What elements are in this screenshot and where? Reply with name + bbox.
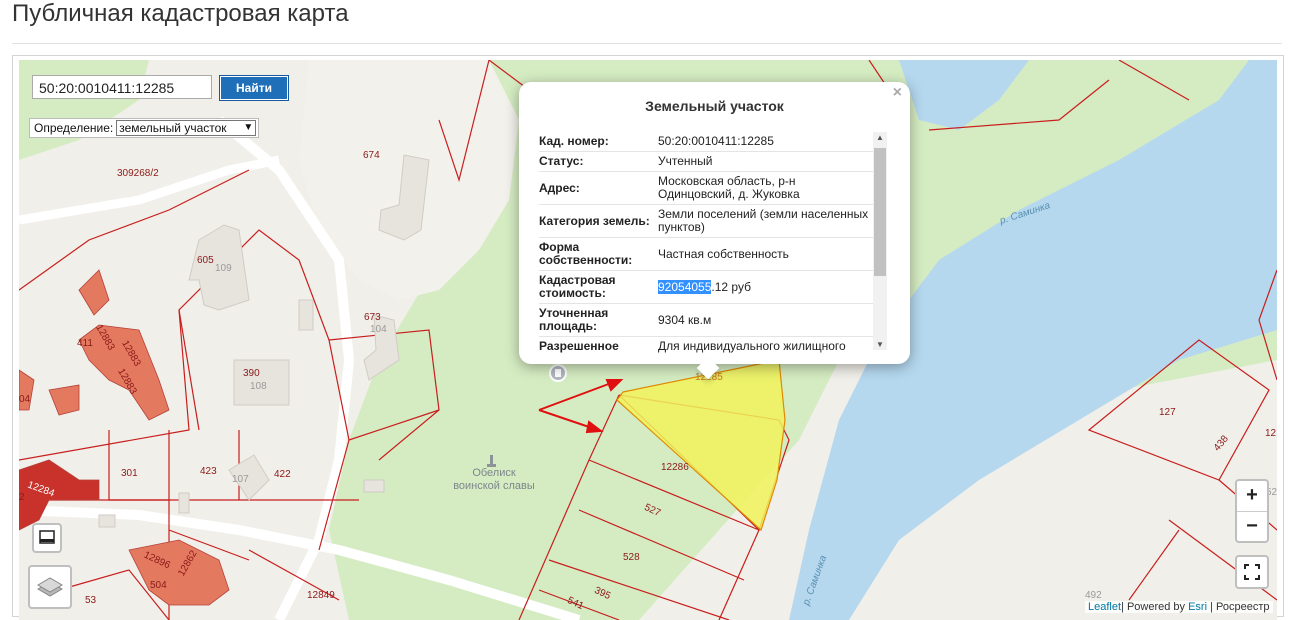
print-button[interactable] bbox=[32, 523, 62, 553]
leaflet-link[interactable]: Leaflet bbox=[1088, 601, 1121, 613]
info-key: Кад. номер: bbox=[539, 134, 609, 148]
attribution-text: | Powered by bbox=[1121, 601, 1189, 613]
zoom-out-button[interactable]: − bbox=[1237, 512, 1267, 542]
title-divider bbox=[12, 43, 1282, 44]
building-label-107: 107 bbox=[232, 474, 249, 485]
scroll-up-icon[interactable]: ▲ bbox=[873, 133, 887, 142]
info-value: Московская область, р-н Одинцовский, д. … bbox=[658, 174, 800, 201]
parcel-info-table: Кад. номер: 50:20:0010411:12285 Статус: Уч… bbox=[539, 132, 874, 356]
info-row: Категория земель: Земли поселений (земли … bbox=[539, 205, 874, 238]
info-key: Форма собственности: bbox=[539, 240, 633, 267]
parcel-label-605: 605 bbox=[197, 255, 214, 266]
info-row: Уточненная площадь: 9304 кв.м bbox=[539, 304, 874, 337]
info-key: Адрес: bbox=[539, 180, 580, 195]
info-key: Уточненная площадь: bbox=[539, 306, 609, 333]
parcel-label-673: 673 bbox=[364, 312, 381, 323]
definition-panel: Определение: земельный участок ▼ bbox=[29, 118, 260, 138]
info-value: 50:20:0010411:12285 bbox=[658, 134, 774, 148]
parcel-label-301: 301 bbox=[121, 468, 138, 479]
attribution-tail: | Росреестр bbox=[1207, 601, 1270, 613]
parcel-label-127: 127 bbox=[1159, 407, 1176, 418]
fullscreen-button[interactable] bbox=[1235, 555, 1269, 589]
parcel-info-popup: × Земельный участок Кад. номер: 50:20:001… bbox=[519, 82, 910, 380]
esri-link[interactable]: Esri bbox=[1188, 601, 1207, 613]
zoom-control: + − bbox=[1235, 479, 1269, 543]
info-row: Статус: Учтенный bbox=[539, 152, 874, 172]
info-row: Адрес: Московская область, р-н Одинцовски… bbox=[539, 172, 874, 205]
parcel-label-674: 674 bbox=[363, 150, 380, 161]
parcel-label-422: 422 bbox=[274, 469, 291, 480]
popup-title: Земельный участок bbox=[645, 98, 784, 114]
info-value: Для индивидуального жилищного bbox=[658, 339, 846, 353]
info-value: Земли поселений (земли населенных пункто… bbox=[658, 207, 869, 234]
parcel-label-12849: 12849 bbox=[307, 590, 335, 601]
parcel-label-390: 390 bbox=[243, 368, 260, 379]
building-label-104: 104 bbox=[370, 324, 387, 335]
print-icon bbox=[39, 530, 55, 544]
map-attribution: Leaflet| Powered by Esri | Росреестр bbox=[1085, 601, 1273, 613]
parcel-label-2-left: 2 bbox=[19, 492, 25, 503]
cadastral-map[interactable]: 674 309268/2 605 109 673 104 411 12883 1… bbox=[19, 60, 1277, 620]
info-row: Кад. номер: 50:20:0010411:12285 bbox=[539, 132, 874, 152]
parcel-label-309268: 309268/2 bbox=[117, 168, 159, 179]
page-title: Публичная кадастровая карта bbox=[12, 0, 349, 27]
layers-icon bbox=[37, 577, 63, 597]
highlighted-value[interactable]: 92054055 bbox=[658, 279, 712, 294]
value-rest: .12 руб bbox=[711, 279, 751, 294]
definition-label: Определение: bbox=[34, 121, 114, 135]
definition-select[interactable]: земельный участок ▼ bbox=[116, 120, 257, 136]
info-value: Частная собственность bbox=[658, 246, 789, 261]
parcel-label-53: 53 bbox=[85, 595, 97, 606]
info-value[interactable]: 92054055.12 руб bbox=[658, 278, 874, 297]
parcel-label-12286: 12286 bbox=[661, 462, 689, 473]
building-label-108: 108 bbox=[250, 381, 267, 392]
info-value: Учтенный bbox=[658, 154, 713, 168]
scroll-down-icon[interactable]: ▼ bbox=[873, 340, 887, 349]
parcel-label-504: 504 bbox=[150, 580, 167, 591]
parcel-label-12-edge: 12 bbox=[1265, 428, 1277, 439]
parcel-label-411: 411 bbox=[77, 338, 93, 349]
parcel-label-528: 528 bbox=[623, 552, 640, 563]
building-label-109: 109 bbox=[215, 263, 232, 274]
cadastral-search-input[interactable]: 50:20:0010411:12285 bbox=[32, 75, 212, 99]
chevron-down-icon: ▼ bbox=[243, 122, 254, 133]
info-key: Кадастровая стоимость: bbox=[539, 273, 616, 300]
parcel-label-492: 492 bbox=[1085, 590, 1102, 601]
info-row: Разрешенное Для индивидуального жилищного bbox=[539, 337, 874, 356]
map-frame: 674 309268/2 605 109 673 104 411 12883 1… bbox=[12, 55, 1284, 620]
parcel-label-04-left: 04 bbox=[19, 394, 31, 405]
monument-label: Обелиск воинской славы bbox=[453, 467, 535, 492]
popup-scrollbar[interactable]: ▲ ▼ bbox=[873, 132, 887, 350]
layers-button[interactable] bbox=[28, 565, 72, 609]
info-row: Кадастровая стоимость: 92054055.12 руб bbox=[539, 271, 874, 304]
info-key: Разрешенное bbox=[539, 339, 619, 353]
find-button[interactable]: Найти bbox=[219, 75, 289, 101]
info-row: Форма собственности: Частная собственност… bbox=[539, 238, 874, 271]
info-key: Статус: bbox=[539, 154, 584, 168]
definition-selected-value: земельный участок bbox=[119, 121, 227, 135]
info-key: Категория земель: bbox=[539, 213, 650, 228]
parcel-label-423: 423 bbox=[200, 466, 217, 477]
scroll-thumb[interactable] bbox=[874, 148, 886, 276]
info-value: 9304 кв.м bbox=[658, 312, 712, 327]
fullscreen-icon bbox=[1244, 564, 1260, 580]
zoom-in-button[interactable]: + bbox=[1237, 481, 1267, 512]
